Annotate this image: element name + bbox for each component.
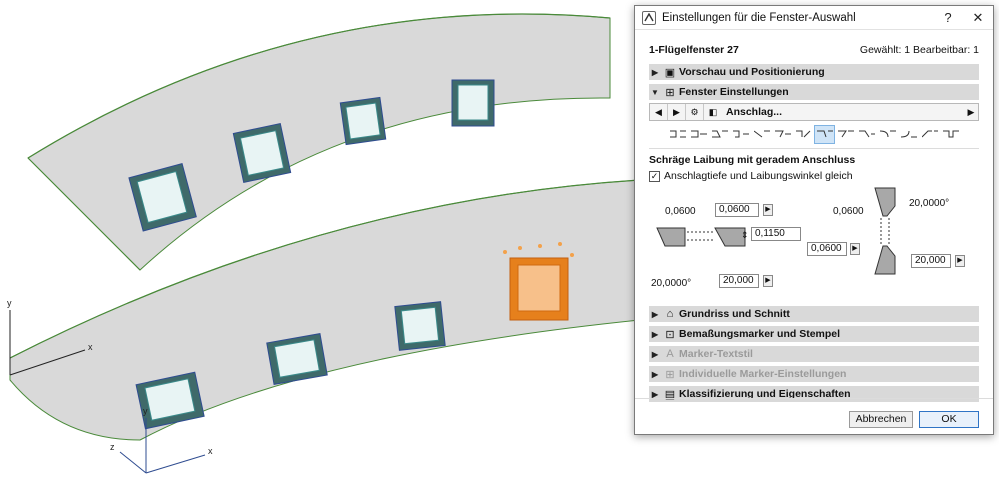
ok-button[interactable]: OK bbox=[919, 411, 979, 428]
reveal-type-icon[interactable] bbox=[919, 125, 940, 144]
axis-z-label-2: z bbox=[110, 442, 115, 452]
axis-x-label-1: x bbox=[88, 342, 93, 352]
section-label: Bemaßungsmarker und Stempel bbox=[679, 328, 841, 340]
section-preview-positioning[interactable]: ▶ ▣ Vorschau und Positionierung bbox=[649, 64, 979, 80]
expand-triangle-icon: ▶ bbox=[651, 349, 659, 359]
right-angle-value: 20,0000° bbox=[909, 198, 950, 209]
equal-depth-checkbox[interactable]: ✓ bbox=[649, 170, 660, 182]
preview-icon: ▣ bbox=[664, 66, 676, 79]
reveal-type-icon[interactable] bbox=[667, 125, 688, 144]
depth-arrow-icon: ⇕ bbox=[741, 230, 749, 240]
reveal-type-icon[interactable] bbox=[730, 125, 751, 144]
selection-info: Gewählt: 1 Bearbeitbar: 1 bbox=[859, 44, 979, 56]
top-left-field[interactable]: 0,0600 bbox=[715, 203, 759, 217]
top-left-value: 0,0600 bbox=[665, 206, 696, 217]
prev-button[interactable]: ◀ bbox=[650, 104, 668, 120]
angle-left-value: 20,0000° bbox=[651, 278, 692, 289]
text-style-icon: A bbox=[666, 348, 674, 360]
section-label: Marker-Textstil bbox=[679, 348, 753, 360]
reveal-type-icon[interactable] bbox=[940, 125, 961, 144]
window-lower-3 bbox=[394, 301, 446, 351]
right-bottom-field[interactable]: 0,0600 bbox=[807, 242, 847, 256]
floorplan-icon: ⌂ bbox=[666, 308, 674, 320]
settings-toolbar: ◀ ▶ ⚙ ◧ Anschlag... ▶ bbox=[649, 103, 979, 121]
axis-y-label-1: y bbox=[7, 298, 12, 308]
reveal-type-icon[interactable] bbox=[751, 125, 772, 144]
section-floorplan-section[interactable]: ▶ ⌂ Grundriss und Schnitt bbox=[649, 306, 979, 322]
dialog-titlebar[interactable]: Einstellungen für die Fenster-Auswahl ? … bbox=[635, 6, 993, 30]
section-classification-properties[interactable]: ▶ ▤ Klassifizierung und Eigenschaften bbox=[649, 386, 979, 402]
reveal-type-icons bbox=[649, 124, 979, 144]
close-button[interactable]: ✕ bbox=[963, 10, 993, 26]
window-icon: ⊞ bbox=[665, 86, 675, 99]
window-settings-dialog: Einstellungen für die Fenster-Auswahl ? … bbox=[634, 5, 994, 435]
help-button[interactable]: ? bbox=[933, 10, 963, 25]
section-label: Vorschau und Positionierung bbox=[679, 66, 825, 78]
element-name: 1-Flügelfenster 27 bbox=[649, 44, 739, 56]
collapse-triangle-icon: ▼ bbox=[651, 87, 659, 97]
section-label: Grundriss und Schnitt bbox=[679, 308, 790, 320]
left-reveal-diagram bbox=[656, 227, 746, 247]
anschlag-icon: ◧ bbox=[708, 106, 718, 117]
settings-icon[interactable]: ⚙ bbox=[686, 104, 704, 120]
right-angle-arrow[interactable]: ▶ bbox=[955, 255, 965, 267]
expand-arrow-icon[interactable]: ▶ bbox=[964, 107, 978, 118]
anschlag-label[interactable]: Anschlag... bbox=[722, 106, 964, 118]
reveal-type-icon[interactable] bbox=[898, 125, 919, 144]
reveal-type-icon[interactable] bbox=[835, 125, 856, 144]
right-bottom-arrow[interactable]: ▶ bbox=[850, 243, 860, 255]
top-left-arrow[interactable]: ▶ bbox=[763, 204, 773, 216]
section-label: Fenster Einstellungen bbox=[679, 86, 789, 98]
equal-depth-checkbox-row[interactable]: ✓ Anschlagtiefe und Laibungswinkel gleic… bbox=[649, 170, 993, 182]
cancel-button[interactable]: Abbrechen bbox=[849, 411, 913, 428]
section-label: Individuelle Marker-Einstellungen bbox=[679, 368, 847, 380]
reveal-type-icon[interactable] bbox=[877, 125, 898, 144]
next-button[interactable]: ▶ bbox=[668, 104, 686, 120]
archicad-icon bbox=[642, 10, 656, 25]
axis-x-label-2: x bbox=[208, 446, 213, 456]
expand-triangle-icon: ▶ bbox=[651, 67, 659, 77]
reveal-type-icon[interactable] bbox=[688, 125, 709, 144]
reveal-type-icon[interactable] bbox=[793, 125, 814, 144]
angle-left-arrow[interactable]: ▶ bbox=[763, 275, 773, 287]
expand-triangle-icon: ▶ bbox=[651, 309, 659, 319]
section-custom-marker-settings: ▶ ⊞ Individuelle Marker-Einstellungen bbox=[649, 366, 979, 382]
section-dimension-markers[interactable]: ▶ ⊡ Bemaßungsmarker und Stempel bbox=[649, 326, 979, 342]
section-marker-textstyle: ▶ A Marker-Textstil bbox=[649, 346, 979, 362]
right-top-value: 0,0600 bbox=[833, 206, 864, 217]
dialog-title: Einstellungen für die Fenster-Auswahl bbox=[662, 11, 856, 24]
reveal-type-icon-selected[interactable] bbox=[814, 124, 835, 144]
right-angle-field[interactable]: 20,000 bbox=[911, 254, 951, 268]
right-reveal-diagram bbox=[874, 187, 896, 275]
custom-marker-icon: ⊞ bbox=[665, 368, 675, 381]
equal-depth-label: Anschlagtiefe und Laibungswinkel gleich bbox=[664, 170, 853, 182]
depth-field[interactable]: 0,1150 bbox=[751, 227, 801, 241]
section-window-settings[interactable]: ▼ ⊞ Fenster Einstellungen bbox=[649, 84, 979, 100]
axis-y-label-2: y bbox=[143, 406, 148, 416]
window-upper-2 bbox=[232, 122, 292, 184]
expand-triangle-icon: ▶ bbox=[651, 369, 659, 379]
angle-left-field[interactable]: 20,000 bbox=[719, 274, 759, 288]
expand-triangle-icon: ▶ bbox=[651, 329, 659, 339]
reveal-type-icon[interactable] bbox=[709, 125, 730, 144]
reveal-type-icon[interactable] bbox=[772, 125, 793, 144]
footer-divider bbox=[635, 398, 993, 399]
window-upper-4 bbox=[451, 79, 495, 127]
reveal-type-icon[interactable] bbox=[856, 125, 877, 144]
divider bbox=[649, 148, 979, 149]
marker-icon: ⊡ bbox=[665, 328, 675, 341]
reveal-subtitle: Schräge Laibung mit geradem Anschluss bbox=[649, 154, 856, 166]
reveal-parameter-area: 0,0600 0,0600 ▶ ⇕ 0,1150 20,0000° 20,000… bbox=[649, 186, 979, 306]
window-lower-2 bbox=[266, 333, 328, 385]
window-upper-3 bbox=[339, 96, 387, 146]
